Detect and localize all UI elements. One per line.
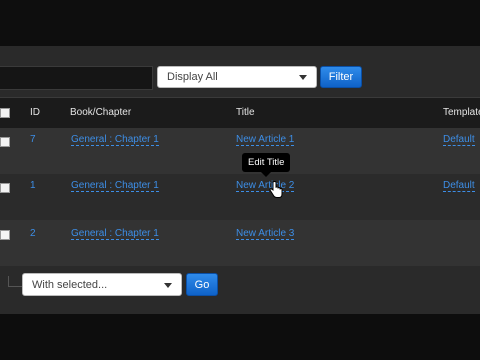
- go-button[interactable]: Go: [186, 273, 218, 296]
- row-book-chapter-link[interactable]: General : Chapter 1: [71, 134, 159, 146]
- row-book-chapter-link[interactable]: General : Chapter 1: [71, 180, 159, 192]
- filter-button[interactable]: Filter: [320, 66, 362, 88]
- row-id[interactable]: 2: [30, 228, 36, 239]
- row-title-link[interactable]: New Article 2: [236, 180, 295, 192]
- hand-cursor-icon: [269, 181, 283, 198]
- table-row: 7 General : Chapter 1 New Article 1 Defa…: [0, 128, 480, 175]
- row-id[interactable]: 7: [30, 134, 36, 145]
- row-title-link[interactable]: New Article 1: [236, 134, 295, 146]
- table-row: 1 General : Chapter 1 New Article 2 Defa…: [0, 174, 480, 221]
- chevron-down-icon: [164, 282, 172, 288]
- header-book-chapter[interactable]: Book/Chapter: [70, 98, 131, 128]
- select-all-checkbox[interactable]: [0, 108, 10, 118]
- row-title-link[interactable]: New Article 3: [236, 228, 295, 240]
- bottom-bar: [0, 314, 480, 360]
- bulk-action-select[interactable]: With selected...: [22, 273, 182, 296]
- chevron-down-icon: [299, 75, 307, 80]
- row-checkbox[interactable]: [0, 137, 10, 147]
- row-template-link[interactable]: Default: [443, 134, 475, 146]
- header-title[interactable]: Title: [236, 98, 255, 128]
- search-input[interactable]: [0, 66, 153, 90]
- header-id[interactable]: ID: [30, 98, 40, 128]
- row-checkbox[interactable]: [0, 230, 10, 240]
- table-row: 2 General : Chapter 1 New Article 3: [0, 220, 480, 266]
- row-id[interactable]: 1: [30, 180, 36, 191]
- display-select-value: Display All: [167, 71, 218, 83]
- table-header: ID Book/Chapter Title Template: [0, 97, 480, 129]
- header-template[interactable]: Template: [443, 98, 480, 128]
- bulk-arrow: [8, 276, 23, 287]
- row-book-chapter-link[interactable]: General : Chapter 1: [71, 228, 159, 240]
- row-checkbox[interactable]: [0, 183, 10, 193]
- display-select[interactable]: Display All: [157, 66, 317, 88]
- bulk-action-select-value: With selected...: [32, 278, 108, 291]
- top-bar: [0, 0, 480, 46]
- row-template-link[interactable]: Default: [443, 180, 475, 192]
- edit-title-tooltip: Edit Title: [242, 153, 291, 177]
